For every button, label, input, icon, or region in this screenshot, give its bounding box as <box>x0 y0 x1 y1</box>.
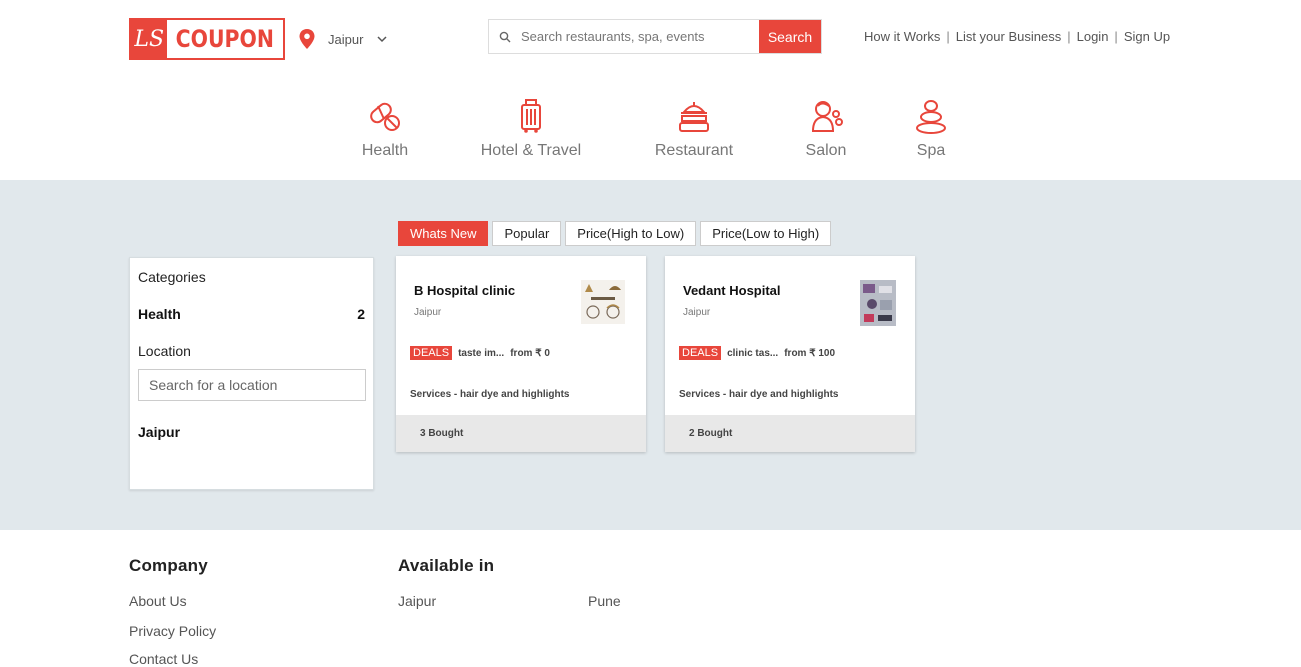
card-title: B Hospital clinic <box>414 283 516 298</box>
category-label: Restaurant <box>654 142 734 159</box>
footer-city-pune[interactable]: Pune <box>588 593 621 609</box>
city-selector[interactable]: Jaipur <box>298 28 387 50</box>
sort-price-low-high[interactable]: Price(Low to High) <box>700 221 832 246</box>
search-icon <box>489 20 521 53</box>
top-nav: How it Works | List your Business | Logi… <box>864 29 1170 44</box>
health-icon <box>370 102 400 131</box>
deal-title: taste im... <box>458 347 505 359</box>
deal-card[interactable]: Vedant Hospital Jaipur DEALS clinic tas.… <box>665 256 915 452</box>
category-label: Hotel & Travel <box>480 142 582 159</box>
deal-row: DEALS taste im... from ₹ 0 <box>410 346 550 360</box>
footer: Company About Us Privacy Policy Contact … <box>0 530 1301 667</box>
category-restaurant[interactable]: Restaurant <box>646 98 742 160</box>
sort-whats-new[interactable]: Whats New <box>398 221 489 246</box>
location-heading: Location <box>138 343 191 359</box>
category-label: Health <box>361 142 409 159</box>
sort-price-high-low[interactable]: Price(High to Low) <box>565 221 697 246</box>
city-name: Jaipur <box>328 31 364 47</box>
nav-login[interactable]: Login <box>1077 29 1109 44</box>
category-label: Salon <box>805 142 847 159</box>
footer-privacy-policy[interactable]: Privacy Policy <box>129 623 216 639</box>
search-input[interactable] <box>521 20 759 53</box>
chevron-down-icon <box>377 36 387 43</box>
sort-tabs: Whats New Popular Price(High to Low) Pri… <box>398 221 832 246</box>
category-label: Spa <box>916 142 946 159</box>
deal-price: from ₹ 100 <box>784 347 836 359</box>
logo-mark: LS <box>131 20 168 58</box>
card-city: Jaipur <box>683 307 711 318</box>
categories-heading: Categories <box>138 269 206 285</box>
deal-row: DEALS clinic tas... from ₹ 100 <box>679 346 835 360</box>
category-spa[interactable]: Spa <box>906 98 956 160</box>
nav-separator: | <box>1067 29 1071 44</box>
nav-separator: | <box>946 29 950 44</box>
salon-icon <box>811 101 843 132</box>
footer-company-heading: Company <box>129 556 208 575</box>
category-filter-count: 2 <box>357 306 365 322</box>
card-services: Services - hair dye and highlights <box>410 389 570 400</box>
card-bought-count: 2 Bought <box>665 415 915 452</box>
nav-how-it-works[interactable]: How it Works <box>864 29 940 44</box>
card-services: Services - hair dye and highlights <box>679 389 839 400</box>
logo-text: COUPON <box>176 25 275 53</box>
category-health[interactable]: Health <box>355 98 415 160</box>
deal-title: clinic tas... <box>727 347 779 359</box>
card-bought-count: 3 Bought <box>396 415 646 452</box>
card-title: Vedant Hospital <box>683 283 781 298</box>
sort-popular[interactable]: Popular <box>492 221 562 246</box>
category-filter-health[interactable]: Health 2 <box>138 306 365 322</box>
header: LS COUPON Jaipur Search How it Works | L… <box>0 0 1301 80</box>
category-bar: Health Hotel & Travel Restaurant Salon S… <box>0 80 1301 180</box>
card-city: Jaipur <box>414 307 442 318</box>
location-option-label: Jaipur <box>138 424 181 440</box>
footer-available-heading: Available in <box>398 556 495 575</box>
ls-coupon-logo[interactable]: LS COUPON <box>129 18 285 60</box>
deal-card[interactable]: B Hospital clinic Jaipur DEALS taste im.… <box>396 256 646 452</box>
search-bar: Search <box>488 19 822 54</box>
deals-badge: DEALS <box>410 346 453 360</box>
deal-price: from ₹ 0 <box>510 347 550 359</box>
deals-badge: DEALS <box>679 346 722 360</box>
search-button[interactable]: Search <box>759 20 821 53</box>
luggage-icon <box>521 99 541 133</box>
footer-about-us[interactable]: About Us <box>129 593 187 609</box>
location-pin-icon <box>299 29 315 49</box>
location-option-jaipur[interactable]: Jaipur <box>138 424 365 440</box>
restaurant-icon <box>679 102 709 132</box>
category-hotel-travel[interactable]: Hotel & Travel <box>470 98 592 160</box>
footer-city-jaipur[interactable]: Jaipur <box>398 593 436 609</box>
category-filter-name: Health <box>138 306 181 322</box>
footer-contact-us[interactable]: Contact Us <box>129 651 198 667</box>
spa-stones-icon <box>916 100 946 134</box>
listing-area: Whats New Popular Price(High to Low) Pri… <box>0 180 1301 530</box>
location-search-input[interactable] <box>138 369 366 401</box>
salon-thumbnail-image <box>860 280 896 326</box>
category-salon[interactable]: Salon <box>796 98 856 160</box>
nav-separator: | <box>1114 29 1118 44</box>
nav-sign-up[interactable]: Sign Up <box>1124 29 1170 44</box>
nav-list-business[interactable]: List your Business <box>956 29 1062 44</box>
restaurant-thumbnail-image <box>581 280 625 324</box>
filter-sidebar: Categories Health 2 Location Jaipur <box>129 257 374 490</box>
